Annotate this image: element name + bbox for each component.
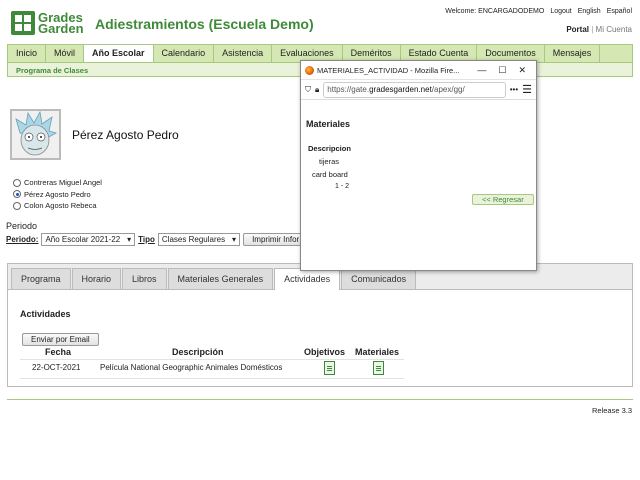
tab-comunicados[interactable]: Comunicados [341,268,417,289]
menu-icon[interactable]: ☰ [522,83,532,96]
top-links: Welcome: ENCARGADODEMO Logout English Es… [445,8,632,15]
col-descripcion: Descripción [172,347,224,357]
periodo-heading: Periodo [6,221,38,231]
materiales-heading: Materiales [306,119,351,129]
portal-links: Portal | Mi Cuenta [566,25,632,34]
cell-fecha: 22-OCT-2021 [32,363,81,372]
avatar-image-icon [12,110,59,158]
row-divider [20,359,404,360]
maximize-icon[interactable]: ☐ [498,65,506,76]
enviar-email-button[interactable]: Enviar por Email [22,333,99,346]
student-selector: Contreras Miguel Angel Pérez Agosto Pedr… [13,177,102,212]
welcome-text: Welcome: ENCARGADODEMO [445,8,545,15]
radio-button[interactable] [13,201,21,210]
url-prefix: https://gate. [327,85,370,94]
window-controls: — ☐ ✕ [477,65,526,76]
espanol-link[interactable]: Español [607,8,632,15]
radio-button[interactable] [13,178,21,187]
lock-icon[interactable]: 🔒︎ [315,85,319,95]
imprimir-button[interactable]: Imprimir Infor [243,233,309,246]
materiales-popup-window: MATERIALES_ACTIVIDAD - Mozilla Fire... —… [300,60,537,271]
student-option[interactable]: Pérez Agosto Pedro [13,189,102,201]
material-item: card board [312,170,348,179]
col-materiales: Materiales [355,347,400,357]
popup-urlbar: ⛉ 🔒︎ https://gate.gradesgarden.net/apex/… [301,80,536,100]
logo-text: Grades Garden [38,11,84,36]
material-item: tijeras [319,157,340,166]
popup-title: MATERIALES_ACTIVIDAD - Mozilla Fire... [317,65,460,75]
nav-tab-calendario[interactable]: Calendario [154,45,215,62]
col-objetivos: Objetivos [304,347,346,357]
url-field[interactable]: https://gate.gradesgarden.net/apex/gg/ [323,81,506,98]
radio-button-selected[interactable] [13,190,21,199]
english-link[interactable]: English [578,8,601,15]
mi-cuenta-link[interactable]: Mi Cuenta [596,25,632,34]
periodo-controls: Periodo: Año Escolar 2021-22 Tipo Clases… [6,233,309,246]
url-suffix: /apex/gg/ [431,85,465,94]
descripcion-header: Descripcion [308,144,351,153]
nav-tab-mensajes[interactable]: Mensajes [545,45,601,62]
student-option[interactable]: Colon Agosto Rebeca [13,200,102,212]
site-title: Adiestramientos (Escuela Demo) [95,16,314,32]
materiales-document-icon[interactable] [373,361,384,375]
tipo-label: Tipo [138,235,155,244]
student-avatar [10,109,61,160]
logo-line2: Garden [38,21,84,36]
col-fecha: Fecha [45,347,72,357]
nav-tab-a-o-escolar[interactable]: Año Escolar [84,45,154,62]
more-icon[interactable]: ••• [510,85,518,94]
tab-programa[interactable]: Programa [11,268,71,289]
periodo-label: Periodo: [6,235,39,244]
grades-garden-logo[interactable]: Grades Garden [11,11,91,35]
url-domain: gradesgarden.net [369,85,432,94]
student-name: Pérez Agosto Pedro [72,128,179,142]
cell-descripcion: Película National Geographic Animales Do… [100,363,283,372]
shield-icon[interactable]: ⛉ [305,85,311,95]
regresar-button[interactable]: << Regresar [472,194,534,205]
tab-materiales-generales[interactable]: Materiales Generales [167,268,274,289]
tipo-select[interactable]: Clases Regulares [157,233,241,246]
student-option-label: Pérez Agosto Pedro [24,189,91,199]
tab-libros[interactable]: Libros [122,268,167,289]
nav-tab-asistencia[interactable]: Asistencia [214,45,273,62]
minimize-icon[interactable]: — [477,65,486,76]
nav-tab-m-vil[interactable]: Móvil [46,45,85,62]
row-divider [20,378,404,379]
periodo-select[interactable]: Año Escolar 2021-22 [41,233,136,246]
nav-tab-inicio[interactable]: Inicio [8,45,47,62]
portal-link[interactable]: Portal [566,25,589,34]
release-version: Release 3.3 [591,406,632,415]
close-icon[interactable]: ✕ [518,65,526,76]
logout-link[interactable]: Logout [550,8,571,15]
student-option-label: Contreras Miguel Angel [24,178,102,187]
logo-mark-icon [11,11,35,35]
tab-actividades[interactable]: Actividades [274,268,341,290]
actividades-heading: Actividades [20,309,71,319]
objetivos-document-icon[interactable] [324,361,335,375]
tab-horario[interactable]: Horario [71,268,122,289]
student-option-label: Colon Agosto Rebeca [24,201,97,210]
popup-titlebar[interactable]: MATERIALES_ACTIVIDAD - Mozilla Fire... —… [301,61,536,80]
footer-divider [7,399,633,400]
firefox-icon [305,65,314,75]
student-option[interactable]: Contreras Miguel Angel [13,177,102,189]
pagination-text: 1 - 2 [335,183,350,190]
